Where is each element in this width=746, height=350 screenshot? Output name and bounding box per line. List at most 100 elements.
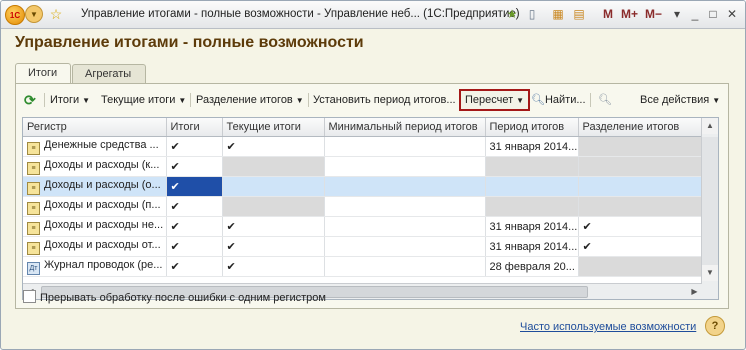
period-cell[interactable]: 28 февраля 20... (485, 256, 579, 277)
stop-on-error-option[interactable]: Прерывать обработку после ошибки с одним… (23, 290, 326, 304)
toolbar-separator (590, 93, 591, 107)
period-cell-text: 31 января 2014... (489, 240, 578, 253)
search-icon: 🔍︎ (531, 94, 545, 106)
split-cell[interactable] (578, 136, 702, 157)
current-totals-menu-button[interactable]: Текущие итоги ▼ (101, 90, 186, 110)
period-cell[interactable]: 31 января 2014... (485, 236, 579, 257)
register-name-cell[interactable]: ≡ Доходы и расходы (о... (23, 176, 167, 197)
cancel-search-icon[interactable]: 🔍︎ (598, 90, 612, 110)
split-cell[interactable] (578, 196, 702, 217)
period-cell[interactable]: 31 января 2014... (485, 216, 579, 237)
set-totals-period-button[interactable]: Установить период итогов... (313, 90, 456, 110)
vertical-scrollbar[interactable]: ▲ ▼ (701, 118, 718, 299)
scroll-track[interactable] (702, 137, 718, 265)
refresh-icon[interactable]: ⟳ (24, 90, 36, 110)
table-row[interactable]: ≡ Доходы и расходы от... ✔ ✔ 31 января 2014.… (23, 236, 702, 257)
main-menu-button[interactable]: ▼ (25, 5, 43, 23)
totals-cell[interactable]: ✔ (166, 176, 223, 197)
tab-aggregates[interactable]: Агрегаты (72, 64, 146, 84)
calendar-icon[interactable]: ▤ (571, 6, 587, 22)
column-header-register[interactable]: Регистр (23, 118, 167, 137)
totals-menu-button[interactable]: Итоги ▼ (50, 90, 90, 110)
register-name-cell[interactable]: ≡ Денежные средства ... (23, 136, 167, 157)
register-name-cell-text: Доходы и расходы (о... (44, 178, 161, 191)
split-cell-text: ✔ (582, 241, 592, 253)
split-totals-menu-button[interactable]: Разделение итогов ▼ (196, 90, 304, 110)
favorites-star-icon[interactable]: ☆ (47, 5, 65, 23)
register-name-cell[interactable]: Дт Журнал проводок (ре... (23, 256, 167, 277)
table-row[interactable]: ≡ Доходы и расходы (п... ✔ (23, 196, 702, 217)
current-totals-cell[interactable] (222, 176, 325, 197)
totals-cell[interactable]: ✔ (166, 136, 223, 157)
scroll-down-icon[interactable]: ▼ (702, 265, 718, 281)
split-cell[interactable]: ✔ (578, 216, 702, 237)
recalc-menu-button[interactable]: Пересчет ▼ (459, 89, 531, 111)
period-cell[interactable] (485, 156, 579, 177)
maximize-icon[interactable]: □ (705, 6, 721, 22)
tab-totals[interactable]: Итоги (15, 63, 71, 84)
document-icon[interactable]: ▯ (524, 6, 540, 22)
minimize-icon[interactable]: _ (687, 6, 703, 22)
split-cell[interactable] (578, 156, 702, 177)
split-cell[interactable]: ✔ (578, 236, 702, 257)
split-cell[interactable] (578, 256, 702, 277)
add-favorite-icon[interactable]: ★ (504, 6, 520, 22)
column-header-period[interactable]: Период итогов (485, 118, 579, 137)
table-row[interactable]: ≡ Денежные средства ... ✔ ✔ 31 января 2014..… (23, 136, 702, 157)
min-period-cell[interactable] (324, 136, 486, 157)
current-totals-cell[interactable]: ✔ (222, 136, 325, 157)
min-period-cell[interactable] (324, 256, 486, 277)
frequently-used-link[interactable]: Часто используемые возможности (520, 321, 696, 333)
memory-m-button[interactable]: M (603, 7, 613, 21)
register-name-cell[interactable]: ≡ Доходы и расходы не... (23, 216, 167, 237)
totals-cell[interactable]: ✔ (166, 216, 223, 237)
register-name-cell[interactable]: ≡ Доходы и расходы (к... (23, 156, 167, 177)
current-totals-cell[interactable]: ✔ (222, 256, 325, 277)
register-name-cell[interactable]: ≡ Доходы и расходы (п... (23, 196, 167, 217)
all-actions-button[interactable]: Все действия ▼ (640, 90, 720, 110)
scroll-up-icon[interactable]: ▲ (702, 118, 718, 134)
close-icon[interactable]: ✕ (724, 6, 740, 22)
column-header-current-totals[interactable]: Текущие итоги (222, 118, 325, 137)
period-cell[interactable]: 31 января 2014... (485, 136, 579, 157)
min-period-cell[interactable] (324, 156, 486, 177)
column-header-totals[interactable]: Итоги (166, 118, 223, 137)
help-icon[interactable]: ? (705, 316, 725, 336)
period-cell[interactable] (485, 176, 579, 197)
window-menu-icon[interactable]: ▾ (669, 6, 685, 22)
registers-table[interactable]: Регистр Итоги Текущие итоги Минимальный … (22, 117, 719, 300)
current-totals-cell-text: ✔ (226, 141, 236, 153)
register-name-cell[interactable]: ≡ Доходы и расходы от... (23, 236, 167, 257)
toolbar: ⟳ Итоги ▼ Текущие итоги ▼ Разделение итого… (20, 89, 724, 112)
totals-cell[interactable]: ✔ (166, 196, 223, 217)
column-header-min-period[interactable]: Минимальный период итогов (324, 118, 486, 137)
current-totals-cell[interactable] (222, 196, 325, 217)
current-totals-cell[interactable]: ✔ (222, 216, 325, 237)
split-cell[interactable] (578, 176, 702, 197)
current-totals-cell[interactable] (222, 156, 325, 177)
table-row[interactable]: ≡ Доходы и расходы не... ✔ ✔ 31 января 2014.… (23, 216, 702, 237)
table-row[interactable]: Дт Журнал проводок (ре... ✔ ✔ 28 февраля 20.… (23, 256, 702, 277)
totals-cell[interactable]: ✔ (166, 256, 223, 277)
period-cell[interactable] (485, 196, 579, 217)
table-row[interactable]: ≡ Доходы и расходы (о... ✔ (23, 176, 702, 197)
memory-mminus-button[interactable]: M− (645, 7, 662, 21)
totals-cell[interactable]: ✔ (166, 236, 223, 257)
column-header-split[interactable]: Разделение итогов (578, 118, 702, 137)
app-logo-icon[interactable]: 1С (5, 5, 25, 25)
split-totals-menu-label: Разделение итогов (196, 94, 293, 106)
min-period-cell[interactable] (324, 216, 486, 237)
min-period-cell[interactable] (324, 196, 486, 217)
memory-mplus-button[interactable]: M+ (621, 7, 638, 21)
current-totals-cell[interactable]: ✔ (222, 236, 325, 257)
table-row[interactable]: ≡ Доходы и расходы (к... ✔ (23, 156, 702, 177)
register-name-cell-text: Доходы и расходы (к... (44, 158, 160, 171)
stop-on-error-checkbox[interactable] (23, 290, 36, 303)
calculator-icon[interactable]: ▦ (550, 6, 566, 22)
min-period-cell[interactable] (324, 176, 486, 197)
register-icon: ≡ (27, 141, 40, 155)
min-period-cell[interactable] (324, 236, 486, 257)
find-button[interactable]: 🔍︎Найти... (531, 90, 586, 110)
scroll-right-icon[interactable]: ▶ (687, 284, 702, 299)
totals-cell[interactable]: ✔ (166, 156, 223, 177)
